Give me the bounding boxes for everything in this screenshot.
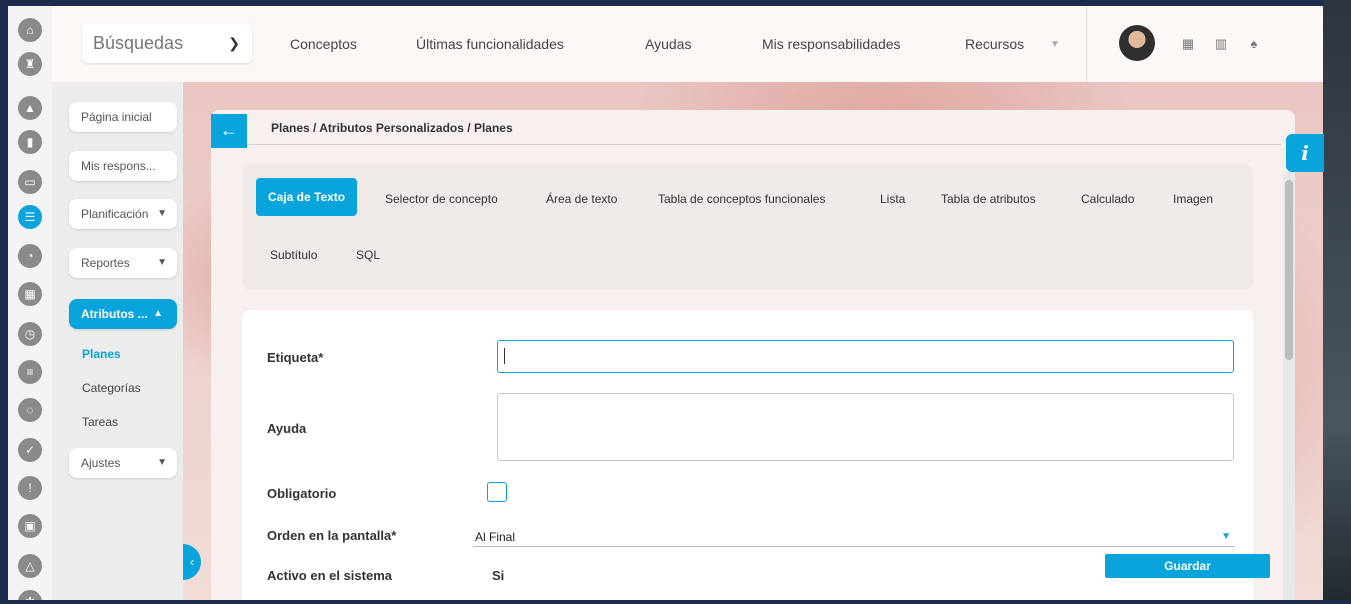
tab-calculado[interactable]: Calculado (1081, 192, 1134, 206)
network-icon[interactable]: △ (18, 554, 42, 578)
main-card: ← Planes / Atributos Personalizados / Pl… (211, 110, 1295, 604)
etiqueta-label: Etiqueta* (267, 350, 324, 365)
dropdown-arrow-icon: ▼ (1221, 531, 1231, 542)
orden-select-value: Al Final (475, 530, 516, 544)
window-frame-left (0, 0, 8, 604)
caret-down-icon: ▼ (157, 257, 167, 268)
tab-caja-de-texto[interactable]: Caja de Texto (256, 178, 358, 216)
caret-down-icon: ▼ (157, 208, 167, 219)
presentation-icon[interactable]: ▭ (18, 170, 42, 194)
cycle-icon[interactable]: ◌ (18, 398, 42, 422)
avatar[interactable] (1119, 25, 1155, 61)
etiqueta-input[interactable] (497, 340, 1234, 373)
tab-lista[interactable]: Lista (880, 192, 905, 206)
scrollbar-thumb[interactable] (1285, 180, 1293, 360)
sidebar-item-label: Reportes (81, 256, 130, 270)
activo-value: Si (492, 568, 505, 583)
sidebar-item-label: Atributos ... (81, 307, 148, 321)
sidebar-item-label: Ajustes (81, 456, 121, 470)
calendar-icon[interactable]: ▦ (1180, 36, 1196, 52)
nav-conceptos[interactable]: Conceptos (290, 36, 357, 52)
nav-mis-responsabilidades[interactable]: Mis responsabilidades (762, 36, 901, 52)
icon-rail: ⌂ ♜ ▲ ▮ ▭ ☰ ◔ ▦ ◷ ≡ ◌ ✓ ! ▣ △ ✱ (8, 6, 52, 604)
window-frame-bottom (0, 600, 1351, 604)
search-dropdown-label: Búsquedas (93, 33, 184, 53)
sidebar-subitem-tareas[interactable]: Tareas (82, 415, 118, 429)
nav-ayudas[interactable]: Ayudas (645, 36, 691, 52)
sidebar-item-atributos[interactable]: Atributos ... ▲ (69, 299, 177, 329)
nav-recursos[interactable]: Recursos (965, 36, 1024, 52)
tab-sql[interactable]: SQL (356, 248, 380, 262)
search-dropdown[interactable]: Búsquedas ❯ (82, 23, 252, 63)
sidebar: Página inicial Mis respons... Planificac… (52, 82, 183, 600)
activo-label: Activo en el sistema (267, 568, 392, 583)
top-bar: Búsquedas ❯ Conceptos Últimas funcionali… (52, 6, 1323, 82)
divider (247, 144, 1281, 145)
bell-icon[interactable]: ♠ (1246, 36, 1262, 52)
ayuda-label: Ayuda (267, 421, 307, 436)
back-button[interactable]: ← (211, 114, 247, 148)
document-icon[interactable]: ≡ (18, 360, 42, 384)
desktop-background (1323, 0, 1351, 604)
tab-tabla-de-atributos[interactable]: Tabla de atributos (941, 192, 1036, 206)
obligatorio-label: Obligatorio (267, 486, 337, 501)
tab-subtitulo[interactable]: Subtítulo (270, 248, 317, 262)
pie-chart-icon[interactable]: ◔ (18, 244, 42, 268)
nav-ultimas-funcionalidades[interactable]: Últimas funcionalidades (416, 36, 564, 52)
obligatorio-checkbox[interactable] (487, 482, 507, 502)
sidebar-item-label: Planificación (81, 207, 149, 221)
caret-down-icon: ▼ (157, 457, 167, 468)
sidebar-item-label: Mis respons... (81, 159, 156, 173)
recursos-caret-icon: ▼ (1050, 39, 1060, 50)
home-icon[interactable]: ⌂ (18, 18, 42, 42)
check-icon[interactable]: ✓ (18, 438, 42, 462)
map-icon[interactable]: ▥ (1213, 36, 1229, 52)
warning-icon[interactable]: ! (18, 476, 42, 500)
sidebar-item-label: Página inicial (81, 110, 152, 124)
sidebar-item-mis-responsabilidades[interactable]: Mis respons... (69, 151, 177, 181)
chevron-down-icon: ❯ (228, 35, 240, 51)
plans-icon[interactable]: ☰ (18, 205, 42, 229)
orden-select[interactable]: Al Final ▼ (473, 525, 1235, 547)
tab-selector-de-concepto[interactable]: Selector de concepto (385, 192, 498, 206)
orden-label: Orden en la pantalla* (267, 528, 397, 543)
sidebar-item-reportes[interactable]: Reportes ▼ (69, 248, 177, 278)
tower-icon[interactable]: ♜ (18, 52, 42, 76)
ayuda-textarea[interactable] (497, 393, 1234, 461)
caret-up-icon: ▲ (153, 308, 163, 319)
sidebar-item-planificacion[interactable]: Planificación ▼ (69, 199, 177, 229)
attribute-form: Etiqueta* Ayuda Obligatorio Orden en la … (242, 310, 1253, 604)
field-type-tabs: Caja de Texto Selector de concepto Área … (242, 164, 1253, 290)
info-button[interactable]: i (1286, 134, 1324, 172)
calendar-icon[interactable]: ▣ (18, 514, 42, 538)
scrollbar[interactable] (1283, 172, 1295, 600)
sidebar-subitem-categorias[interactable]: Categorías (82, 381, 141, 395)
clock-icon[interactable]: ◷ (18, 322, 42, 346)
pyramid-icon[interactable]: ▲ (18, 96, 42, 120)
sidebar-subitem-planes[interactable]: Planes (82, 347, 121, 361)
nav-divider (1086, 6, 1087, 82)
text-cursor (504, 348, 505, 364)
tab-imagen[interactable]: Imagen (1173, 192, 1213, 206)
breadcrumb: Planes / Atributos Personalizados / Plan… (271, 121, 513, 135)
tab-tabla-de-conceptos-funcionales[interactable]: Tabla de conceptos funcionales (658, 192, 825, 206)
bar-chart-icon[interactable]: ▮ (18, 130, 42, 154)
save-button[interactable]: Guardar (1105, 554, 1270, 578)
map-icon[interactable]: ▦ (18, 282, 42, 306)
sidebar-item-ajustes[interactable]: Ajustes ▼ (69, 448, 177, 478)
sidebar-item-pagina-inicial[interactable]: Página inicial (69, 102, 177, 132)
tab-area-de-texto[interactable]: Área de texto (546, 192, 617, 206)
